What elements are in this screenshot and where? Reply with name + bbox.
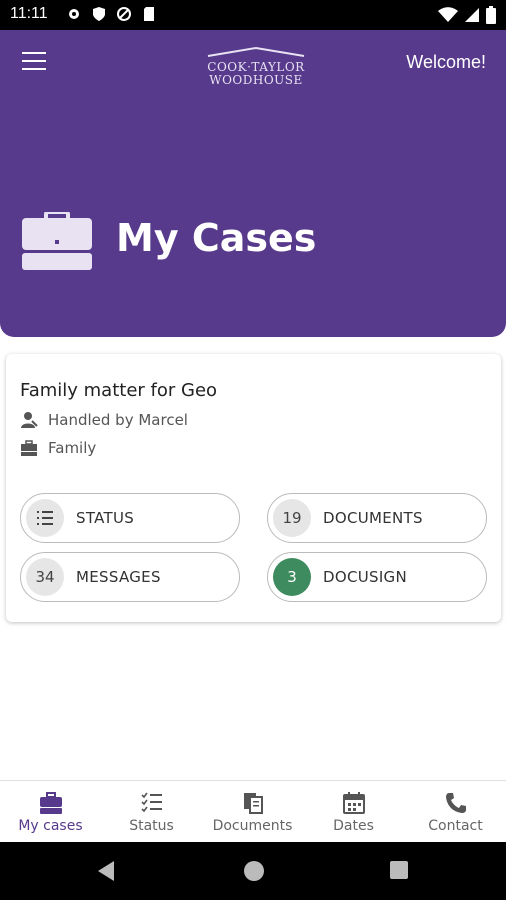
docusign-button[interactable]: 3 DOCUSIGN xyxy=(267,552,487,602)
briefcase-icon xyxy=(22,212,92,270)
recent-apps-icon[interactable] xyxy=(390,861,408,879)
nav-contact[interactable]: Contact xyxy=(405,781,506,843)
bottom-navigation: My cases Status Documents Dates Contact xyxy=(0,780,506,842)
nav-my-cases-label: My cases xyxy=(18,818,83,834)
status-button-label: STATUS xyxy=(76,509,135,527)
documents-count-badge: 19 xyxy=(273,499,311,537)
status-bar: 11:11 xyxy=(0,0,506,30)
logo-roof-icon xyxy=(207,46,305,57)
nav-documents[interactable]: Documents xyxy=(202,781,303,843)
app-header: COOK·TAYLOR WOODHOUSE Welcome! My Cases xyxy=(0,30,506,337)
documents-button-label: DOCUMENTS xyxy=(323,509,423,527)
system-navigation-bar xyxy=(0,842,506,900)
status-notification-icons xyxy=(66,6,158,23)
home-icon[interactable] xyxy=(244,861,264,881)
documents-button[interactable]: 19 DOCUMENTS xyxy=(267,493,487,543)
person-icon xyxy=(21,412,38,428)
phone-icon xyxy=(445,793,466,813)
case-category-text: Family xyxy=(48,439,97,457)
status-button[interactable]: STATUS xyxy=(20,493,240,543)
calendar-icon xyxy=(342,792,365,814)
back-icon[interactable] xyxy=(96,860,116,882)
status-time: 11:11 xyxy=(10,5,48,22)
case-title: Family matter for Geo xyxy=(20,380,218,401)
messages-button[interactable]: 34 MESSAGES xyxy=(20,552,240,602)
nav-contact-label: Contact xyxy=(428,818,483,834)
page-title: My Cases xyxy=(116,216,317,260)
docusign-count-badge: 3 xyxy=(273,558,311,596)
messages-count-badge: 34 xyxy=(26,558,64,596)
nav-documents-label: Documents xyxy=(212,818,293,834)
logo-line-2: WOODHOUSE xyxy=(209,73,303,87)
docusign-button-label: DOCUSIGN xyxy=(323,568,407,586)
firm-logo: COOK·TAYLOR WOODHOUSE xyxy=(200,42,312,88)
nav-dates[interactable]: Dates xyxy=(303,781,404,843)
checklist-icon xyxy=(140,792,162,813)
messages-button-label: MESSAGES xyxy=(76,568,161,586)
wifi-icon xyxy=(438,7,458,27)
nav-status-label: Status xyxy=(129,818,174,834)
case-card[interactable]: Family matter for Geo Handled by Marcel … xyxy=(6,354,501,622)
settings-gear-icon xyxy=(66,6,83,23)
welcome-text: Welcome! xyxy=(406,52,486,72)
documents-icon xyxy=(243,793,263,814)
case-category: Family xyxy=(20,439,96,457)
status-system-icons xyxy=(438,6,496,28)
nav-my-cases[interactable]: My cases xyxy=(0,781,101,843)
case-handler: Handled by Marcel xyxy=(20,411,188,429)
signal-icon xyxy=(464,7,480,27)
nav-status[interactable]: Status xyxy=(101,781,202,843)
battery-icon xyxy=(486,6,496,28)
shield-icon xyxy=(91,6,108,23)
hamburger-menu-icon[interactable] xyxy=(22,52,48,74)
data-saver-icon xyxy=(116,6,133,23)
briefcase-icon xyxy=(39,792,62,814)
briefcase-small-icon xyxy=(21,440,37,456)
status-circle xyxy=(26,499,64,537)
nav-dates-label: Dates xyxy=(333,818,374,834)
sd-card-icon xyxy=(141,6,158,23)
case-handler-text: Handled by Marcel xyxy=(48,411,188,429)
checklist-icon xyxy=(37,511,53,525)
